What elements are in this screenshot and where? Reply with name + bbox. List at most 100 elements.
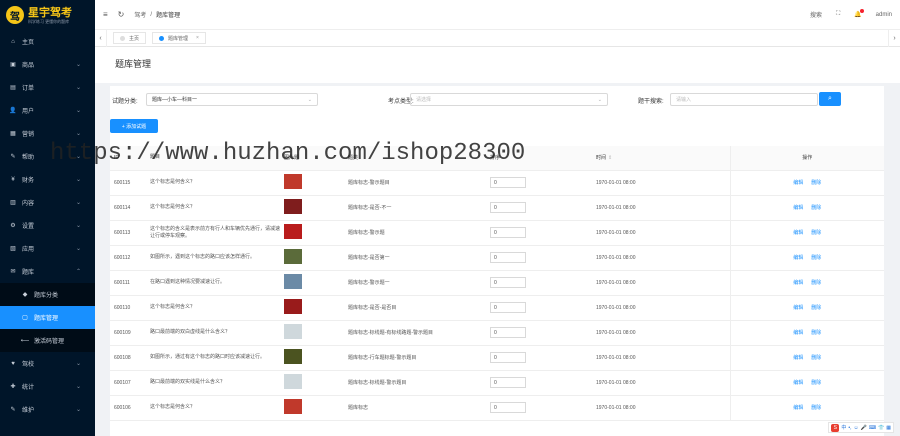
keyword-input[interactable]: 请输入 <box>670 93 818 106</box>
category-select[interactable]: 题库—小车—科目一 ⌄ <box>146 93 318 106</box>
tab-dot-icon <box>120 35 125 41</box>
tab-scroll-right-icon[interactable]: › <box>888 29 900 47</box>
question-image[interactable] <box>284 224 302 239</box>
tab-current-label: 题库管理 <box>168 35 189 42</box>
edit-link[interactable]: 编辑 <box>793 330 803 336</box>
delete-link[interactable]: 删除 <box>811 205 821 211</box>
breadcrumb-home[interactable]: 驾考 <box>134 10 146 19</box>
submenu-item-2[interactable]: ⟵ 激活码管理 <box>0 329 95 352</box>
bell-icon[interactable]: 🔔 <box>854 9 864 18</box>
sidebar-bottom-item-1[interactable]: ✚ 统计 ⌄ <box>0 375 95 398</box>
ime-tool-icon[interactable]: 🎤 <box>861 425 867 431</box>
row-time: 1970-01-01 08:00 <box>596 270 730 296</box>
user-name[interactable]: admin <box>876 12 892 18</box>
row-sort: 0 <box>490 370 596 396</box>
ime-tool-icon[interactable]: ⌨ <box>869 425 876 431</box>
row-image <box>284 195 348 221</box>
sort-input[interactable]: 0 <box>490 277 526 288</box>
sidebar-item-1[interactable]: ▣ 商品 ⌄ <box>0 53 95 76</box>
sort-input[interactable]: 0 <box>490 227 526 238</box>
header-search[interactable]: 搜索 <box>810 10 822 19</box>
row-id: 600106 <box>110 395 150 421</box>
question-image[interactable] <box>284 349 302 364</box>
edit-link[interactable]: 编辑 <box>793 180 803 186</box>
submenu-item-1[interactable]: ▢ 题库管理 <box>0 306 95 329</box>
question-image[interactable] <box>284 299 302 314</box>
tab-scroll-left-icon[interactable]: ‹ <box>95 29 107 47</box>
sidebar-menu-bottom: ♥ 驾校 ⌄ ✚ 统计 ⌄ ✎ 维护 ⌄ <box>0 352 95 421</box>
edit-link[interactable]: 编辑 <box>793 205 803 211</box>
ime-tool-icon[interactable]: •, <box>848 425 851 431</box>
delete-link[interactable]: 删除 <box>811 305 821 311</box>
ime-tool-icon[interactable]: ▦ <box>886 425 891 431</box>
sidebar-item-8[interactable]: ⚙ 设置 ⌄ <box>0 214 95 237</box>
sort-icon[interactable]: ⇕ <box>608 155 612 161</box>
ime-logo-icon[interactable]: S <box>831 423 840 432</box>
delete-link[interactable]: 删除 <box>811 355 821 361</box>
sidebar-bottom-item-0[interactable]: ♥ 驾校 ⌄ <box>0 352 95 375</box>
sidebar-item-9[interactable]: ▧ 应用 ⌄ <box>0 237 95 260</box>
tab-current[interactable]: 题库管理 × <box>152 32 206 44</box>
edit-link[interactable]: 编辑 <box>793 380 803 386</box>
col-time[interactable]: 时间 ⇕ <box>596 146 730 171</box>
tab-close-icon[interactable]: × <box>196 35 199 41</box>
sort-input[interactable]: 0 <box>490 302 526 313</box>
row-time: 1970-01-01 08:00 <box>596 195 730 221</box>
fullscreen-icon[interactable]: ⛶ <box>836 11 840 18</box>
add-question-button[interactable]: + 添加试题 <box>110 119 158 133</box>
delete-link[interactable]: 删除 <box>811 330 821 336</box>
ime-lang[interactable]: 中 <box>841 424 846 431</box>
row-type: 题库标志-警示题目 <box>348 170 490 196</box>
delete-link[interactable]: 删除 <box>811 180 821 186</box>
sort-input[interactable]: 0 <box>490 402 526 413</box>
delete-link[interactable]: 删除 <box>811 405 821 411</box>
type-select[interactable]: 请选择 ⌄ <box>410 93 608 106</box>
ime-tool-icon[interactable]: 👕 <box>878 425 884 431</box>
logo[interactable]: 驾 星宇驾考 科学练习 更懂你的题库 <box>0 0 95 30</box>
question-image[interactable] <box>284 274 302 289</box>
sidebar-item-3[interactable]: 👤 用户 ⌄ <box>0 99 95 122</box>
edit-link[interactable]: 编辑 <box>793 355 803 361</box>
menu-toggle-icon[interactable]: ≡ <box>103 10 108 19</box>
edit-link[interactable]: 编辑 <box>793 255 803 261</box>
ime-toolbar[interactable]: S 中 •, ☺ 🎤 ⌨ 👕 ▦ <box>828 422 894 433</box>
delete-link[interactable]: 删除 <box>811 280 821 286</box>
sidebar-item-10[interactable]: ✉ 题库 ⌃ <box>0 260 95 283</box>
sidebar-item-2-label: 订单 <box>22 86 35 92</box>
sidebar-item-2[interactable]: ▤ 订单 ⌄ <box>0 76 95 99</box>
submenu-item-0[interactable]: ◆ 题库分类 <box>0 283 95 306</box>
question-image[interactable] <box>284 174 302 189</box>
question-image[interactable] <box>284 399 302 414</box>
question-image[interactable] <box>284 199 302 214</box>
ime-tool-icon[interactable]: ☺ <box>853 425 858 431</box>
row-sort: 0 <box>490 270 596 296</box>
question-image[interactable] <box>284 374 302 389</box>
sidebar-item-9-label: 应用 <box>22 247 35 253</box>
sort-input[interactable]: 0 <box>490 177 526 188</box>
sort-input[interactable]: 0 <box>490 327 526 338</box>
sidebar-item-0[interactable]: ⌂ 主页 <box>0 30 95 53</box>
sidebar-item-7[interactable]: ▥ 内容 ⌄ <box>0 191 95 214</box>
refresh-icon[interactable]: ↻ <box>118 10 125 19</box>
search-button[interactable]: ⌕ <box>819 92 841 106</box>
delete-link[interactable]: 删除 <box>811 255 821 261</box>
sort-input[interactable]: 0 <box>490 377 526 388</box>
edit-link[interactable]: 编辑 <box>793 230 803 236</box>
row-type: 题库标志-警示题一 <box>348 270 490 296</box>
tab-home[interactable]: 主页 <box>113 32 147 44</box>
sidebar-item-8-icon: ⚙ <box>10 223 16 229</box>
sort-input[interactable]: 0 <box>490 252 526 263</box>
delete-link[interactable]: 删除 <box>811 380 821 386</box>
sidebar-bottom-item-1-label: 统计 <box>22 385 35 391</box>
sort-input[interactable]: 0 <box>490 202 526 213</box>
edit-link[interactable]: 编辑 <box>793 280 803 286</box>
question-image[interactable] <box>284 249 302 264</box>
delete-link[interactable]: 删除 <box>811 230 821 236</box>
edit-link[interactable]: 编辑 <box>793 305 803 311</box>
sidebar-item-6[interactable]: ¥ 财务 ⌄ <box>0 168 95 191</box>
sort-input[interactable]: 0 <box>490 352 526 363</box>
sidebar-bottom-item-2[interactable]: ✎ 维护 ⌄ <box>0 398 95 421</box>
submenu-item-1-icon: ▢ <box>22 315 28 321</box>
question-image[interactable] <box>284 324 302 339</box>
edit-link[interactable]: 编辑 <box>793 405 803 411</box>
